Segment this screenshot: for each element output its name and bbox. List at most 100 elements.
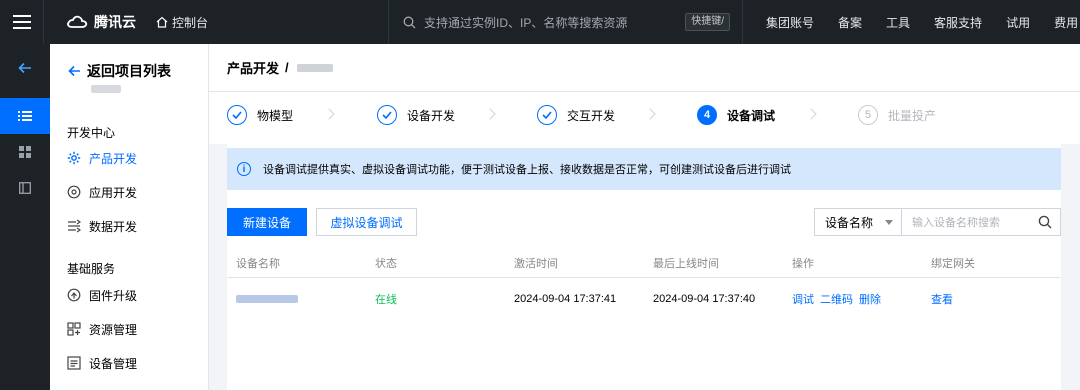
- table-header: 设备名称 状态 激活时间 最后上线时间 操作 绑定网关: [227, 248, 1061, 278]
- top-link-support[interactable]: 客服支持: [934, 14, 982, 31]
- new-device-button[interactable]: 新建设备: [227, 208, 307, 236]
- status-cell: 在线: [375, 294, 397, 306]
- console-link[interactable]: 控制台: [156, 14, 208, 31]
- menu-icon[interactable]: [0, 0, 44, 44]
- filter-field-select[interactable]: 设备名称: [814, 208, 902, 236]
- chevron-right-icon: [323, 108, 335, 120]
- search-icon: [403, 16, 416, 28]
- step-device-debug[interactable]: 4 设备调试: [697, 105, 775, 125]
- virtual-debug-button[interactable]: 虚拟设备调试: [316, 208, 417, 236]
- step-number: 5: [858, 105, 878, 125]
- arrow-left-icon: [68, 65, 80, 77]
- column-header: 绑定网关: [931, 257, 975, 270]
- app-icon: [67, 185, 81, 199]
- step-interaction-dev[interactable]: 交互开发: [537, 105, 615, 125]
- breadcrumb-product-redacted: [296, 63, 333, 72]
- sidebar-item-label: 固件升级: [89, 288, 138, 303]
- device-icon: [67, 356, 81, 370]
- view-gateway-link[interactable]: 查看: [931, 278, 953, 320]
- breadcrumb-sep: /: [285, 60, 289, 75]
- breadcrumb-root[interactable]: 产品开发: [227, 58, 279, 77]
- delete-link[interactable]: 删除: [859, 291, 881, 307]
- sidebar-item-app-dev[interactable]: 应用开发: [67, 182, 137, 202]
- side-nav: 返回项目列表 开发中心 产品开发 应用开发 数据开发 基础服务 固件升级 资源管…: [50, 44, 209, 390]
- column-header: 设备名称: [236, 257, 280, 270]
- back-label: 返回项目列表: [87, 63, 171, 79]
- last-online-cell: 2024-09-04 17:37:40: [653, 293, 756, 305]
- device-name-cell[interactable]: [236, 278, 298, 320]
- table-row: 在线 2024-09-04 17:37:41 2024-09-04 17:37:…: [227, 278, 1061, 320]
- step-label: 设备调试: [727, 108, 776, 123]
- device-search-input[interactable]: 输入设备名称搜索: [901, 208, 1061, 236]
- home-icon: [156, 16, 168, 28]
- top-links: 集团账号 备案 工具 客服支持 试用 费用: [766, 0, 1080, 44]
- step-label: 批量投产: [888, 108, 937, 123]
- sidebar-item-label: 产品开发: [89, 151, 138, 166]
- check-icon: [537, 105, 557, 125]
- notice-text: 设备调试提供真实、虚拟设备调试功能，便于测试设备上报、接收数据是否正常，可创建测…: [263, 164, 791, 176]
- step-label: 物模型: [257, 108, 294, 123]
- top-link-billing[interactable]: 费用: [1054, 14, 1078, 31]
- column-header: 操作: [792, 257, 814, 270]
- step-device-dev[interactable]: 设备开发: [377, 105, 455, 125]
- search-icon[interactable]: [1038, 215, 1052, 229]
- resource-icon: [67, 322, 81, 336]
- rail-list-icon[interactable]: [0, 98, 50, 134]
- step-label: 交互开发: [567, 108, 616, 123]
- info-icon: i: [237, 162, 251, 176]
- top-link-tools[interactable]: 工具: [886, 14, 910, 31]
- steps-bar: 物模型 设备开发 交互开发 4 设备调试 5 批量投产: [209, 92, 1080, 144]
- sidebar-item-label: 数据开发: [89, 219, 138, 234]
- info-notice: i 设备调试提供真实、虚拟设备调试功能，便于测试设备上报、接收数据是否正常，可创…: [227, 148, 1061, 190]
- data-icon: [67, 219, 81, 233]
- column-header: 激活时间: [514, 257, 558, 270]
- firmware-icon: [67, 288, 81, 302]
- step-number: 4: [697, 105, 717, 125]
- device-name-redacted: [236, 295, 298, 303]
- activated-time-cell: 2024-09-04 17:37:41: [514, 293, 617, 305]
- sidebar-item-label: 设备管理: [89, 356, 138, 371]
- sidebar-item-label: 应用开发: [89, 185, 138, 200]
- check-icon: [227, 105, 247, 125]
- step-label: 设备开发: [407, 108, 456, 123]
- main-area: 产品开发 / 物模型 设备开发 交互开发 4 设备调试 5 批量投产 i 设备调…: [209, 44, 1080, 390]
- rail-grid-icon[interactable]: [0, 134, 50, 170]
- chevron-right-icon: [644, 108, 656, 120]
- back-to-projects[interactable]: 返回项目列表: [68, 61, 171, 81]
- group-title-dev: 开发中心: [67, 126, 116, 140]
- caret-down-icon: [885, 220, 893, 225]
- chevron-right-icon: [484, 108, 496, 120]
- group-title-basic: 基础服务: [67, 262, 116, 276]
- top-bar: 腾讯云 控制台 支持通过实例ID、IP、名称等搜索资源 快捷键/ 集团账号 备案…: [0, 0, 1080, 44]
- gear-icon: [67, 151, 81, 165]
- shortcut-badge: 快捷键/: [685, 13, 730, 31]
- sidebar-item-product-dev[interactable]: 产品开发: [67, 148, 137, 168]
- rail-panel-icon[interactable]: [0, 170, 50, 206]
- debug-link[interactable]: 调试: [792, 291, 814, 307]
- step-thing-model[interactable]: 物模型: [227, 105, 293, 125]
- rail-back-icon[interactable]: [0, 44, 50, 92]
- sidebar-item-device[interactable]: 设备管理: [67, 353, 137, 373]
- search-placeholder: 输入设备名称搜索: [912, 217, 1000, 229]
- top-link-beian[interactable]: 备案: [838, 14, 862, 31]
- breadcrumb: 产品开发 /: [209, 44, 1080, 92]
- step-mass-production[interactable]: 5 批量投产: [858, 105, 936, 125]
- sidebar-item-resource[interactable]: 资源管理: [67, 319, 137, 339]
- top-link-trial[interactable]: 试用: [1006, 14, 1030, 31]
- search-placeholder: 支持通过实例ID、IP、名称等搜索资源: [424, 15, 628, 30]
- top-link-group-account[interactable]: 集团账号: [766, 14, 814, 31]
- sidebar-item-firmware[interactable]: 固件升级: [67, 285, 137, 305]
- sidebar-item-label: 资源管理: [89, 322, 138, 337]
- operations-cell: 调试 二维码 删除: [792, 278, 887, 320]
- console-label: 控制台: [172, 15, 209, 30]
- chevron-right-icon: [805, 108, 817, 120]
- icon-rail: [0, 44, 50, 390]
- sidebar-item-data-dev[interactable]: 数据开发: [67, 216, 137, 236]
- column-header: 最后上线时间: [653, 257, 719, 270]
- global-search[interactable]: 支持通过实例ID、IP、名称等搜索资源 快捷键/: [388, 0, 743, 44]
- column-header: 状态: [375, 257, 397, 270]
- logo[interactable]: 腾讯云: [66, 12, 136, 32]
- content-panel: i 设备调试提供真实、虚拟设备调试功能，便于测试设备上报、接收数据是否正常，可创…: [227, 144, 1061, 390]
- logo-text: 腾讯云: [94, 14, 136, 30]
- qrcode-link[interactable]: 二维码: [820, 291, 853, 307]
